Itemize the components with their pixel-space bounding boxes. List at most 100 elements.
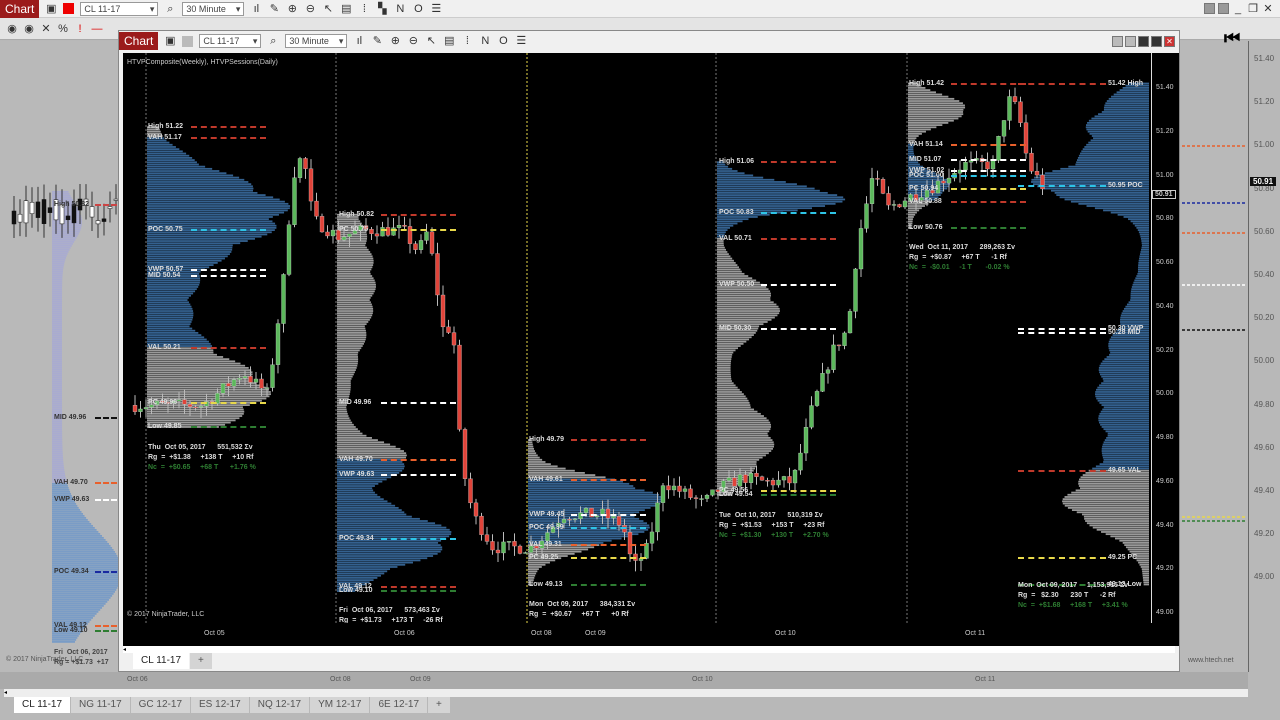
volume-profile-bar bbox=[1140, 237, 1149, 240]
volume-profile-bar bbox=[147, 340, 209, 343]
chart-scrollbar[interactable]: ◂ bbox=[123, 646, 1175, 653]
volume-profile-bar bbox=[337, 443, 391, 446]
instrument-tab[interactable]: ES 12-17 bbox=[191, 697, 249, 713]
minimize-icon[interactable]: _ bbox=[1232, 3, 1244, 15]
interval-select[interactable]: 30 Minute bbox=[182, 1, 245, 16]
instrument-tab[interactable]: NG 11-17 bbox=[71, 697, 130, 713]
volume-profile-bar bbox=[147, 356, 224, 358]
candle-body bbox=[798, 452, 803, 471]
level-line bbox=[951, 170, 1026, 173]
properties-icon[interactable]: ▤ bbox=[340, 3, 352, 15]
list-icon[interactable]: ☰ bbox=[430, 3, 442, 15]
search-icon[interactable]: ⌕ bbox=[267, 35, 279, 47]
drawing-icon[interactable]: N bbox=[394, 3, 406, 15]
outer-profile-bar bbox=[52, 489, 70, 491]
cross-icon[interactable]: ✕ bbox=[40, 23, 52, 35]
candle-body bbox=[627, 531, 633, 555]
volume-profile-bar bbox=[528, 502, 661, 505]
volume-profile-bar bbox=[1067, 507, 1149, 509]
volume-profile-bar bbox=[1062, 498, 1149, 501]
bar-type-icon[interactable]: ıl bbox=[250, 3, 262, 15]
reload-icon[interactable]: O bbox=[497, 35, 509, 47]
candle-body bbox=[649, 531, 655, 544]
close-icon[interactable]: ✕ bbox=[1164, 35, 1175, 47]
volume-profile-bar bbox=[337, 336, 367, 339]
volume-profile-bar bbox=[1101, 452, 1149, 455]
volume-profile-bar bbox=[337, 375, 353, 378]
maximize-icon[interactable] bbox=[1151, 35, 1162, 47]
window-btn[interactable] bbox=[1218, 2, 1229, 14]
instrument-tab[interactable]: 6E 12-17 bbox=[370, 697, 428, 713]
outer-profile-bar bbox=[52, 525, 93, 527]
instrument-select[interactable]: CL 11-17 bbox=[80, 1, 159, 16]
candle-body bbox=[479, 515, 484, 535]
volume-profile-bar bbox=[147, 283, 200, 286]
interval-select[interactable]: 30 Minute bbox=[285, 34, 348, 48]
pencil-icon[interactable]: ✎ bbox=[371, 35, 383, 47]
outer-scrollbar[interactable]: ◂ bbox=[4, 689, 1248, 697]
volume-profile-bar bbox=[1078, 482, 1149, 485]
instrument-tab[interactable]: YM 12-17 bbox=[310, 697, 370, 713]
pencil-icon[interactable]: ✎ bbox=[268, 3, 280, 15]
percent-icon[interactable]: % bbox=[57, 23, 69, 35]
color-button[interactable] bbox=[182, 35, 194, 47]
candle-body bbox=[655, 502, 660, 533]
reload-icon[interactable]: O bbox=[412, 3, 424, 15]
volume-profile-bar bbox=[717, 421, 771, 424]
price-axis[interactable]: 51.40 51.20 51.00 50.80 50.60 50.40 50.20 50.00… bbox=[1151, 53, 1179, 623]
strategies-icon[interactable]: ▚ bbox=[376, 3, 388, 15]
window-btn[interactable] bbox=[1112, 35, 1123, 47]
outer-profile-bar bbox=[52, 441, 63, 443]
search-icon[interactable]: ⌕ bbox=[164, 3, 176, 15]
line-icon[interactable]: — bbox=[91, 23, 103, 35]
list-icon[interactable]: ☰ bbox=[515, 35, 527, 47]
zoom-in-icon[interactable]: ⊕ bbox=[286, 3, 298, 15]
tab-cl-11-17[interactable]: CL 11-17 bbox=[133, 653, 190, 669]
volume-profile-bar bbox=[1094, 207, 1149, 210]
close-icon[interactable]: ✕ bbox=[1262, 3, 1274, 15]
add-tab-button[interactable]: + bbox=[190, 653, 212, 669]
instrument-tab[interactable]: GC 12-17 bbox=[130, 697, 191, 713]
instrument-tab[interactable]: CL 11-17 bbox=[14, 697, 71, 713]
pointer-icon[interactable]: ↖ bbox=[425, 35, 437, 47]
alert-icon[interactable]: ! bbox=[74, 23, 86, 35]
volume-profile-bar bbox=[337, 498, 384, 501]
instrument-select[interactable]: CL 11-17 bbox=[199, 34, 262, 48]
indicators-icon[interactable]: ⁞ bbox=[461, 35, 473, 47]
color-button[interactable] bbox=[63, 3, 75, 14]
window-btn[interactable] bbox=[1204, 2, 1215, 14]
restore-icon[interactable]: ❐ bbox=[1247, 3, 1259, 15]
outer-profile-bar bbox=[52, 565, 122, 567]
window-btn[interactable] bbox=[1125, 35, 1136, 47]
eye-icon[interactable]: ◉ bbox=[23, 23, 35, 35]
outer-level-line bbox=[95, 417, 117, 419]
outer-profile-bar bbox=[52, 427, 63, 429]
bar-type-icon[interactable]: ıl bbox=[353, 35, 365, 47]
eye-icon[interactable]: ◉ bbox=[6, 23, 18, 35]
zoom-out-icon[interactable]: ⊖ bbox=[407, 35, 419, 47]
skip-back-icon[interactable]: ⏮ bbox=[1224, 28, 1240, 49]
indicators-icon[interactable]: ⁞ bbox=[358, 3, 370, 15]
camera-icon[interactable]: ▣ bbox=[45, 3, 57, 15]
add-tab-button[interactable]: + bbox=[428, 697, 450, 713]
volume-profile-bar bbox=[337, 417, 350, 420]
volume-profile-bar bbox=[337, 570, 388, 573]
time-axis[interactable]: Oct 05 Oct 06 Oct 08 Oct 09 Oct 10 Oct 11 bbox=[123, 623, 1179, 646]
zoom-out-icon[interactable]: ⊖ bbox=[304, 3, 316, 15]
volume-profile-bar bbox=[908, 104, 965, 107]
camera-icon[interactable]: ▣ bbox=[164, 35, 176, 47]
volume-profile-bar bbox=[717, 384, 736, 387]
volume-profile-bar bbox=[1099, 463, 1149, 466]
candle-body bbox=[226, 383, 231, 387]
volume-profile-bar bbox=[528, 520, 644, 522]
instrument-tab[interactable]: NQ 12-17 bbox=[249, 697, 310, 713]
drawing-icon[interactable]: N bbox=[479, 35, 491, 47]
candle-body bbox=[836, 344, 842, 347]
candle-body bbox=[963, 162, 968, 171]
zoom-in-icon[interactable]: ⊕ bbox=[389, 35, 401, 47]
volume-profile-bar bbox=[528, 577, 535, 579]
minimize-icon[interactable] bbox=[1138, 35, 1149, 47]
pointer-icon[interactable]: ↖ bbox=[322, 3, 334, 15]
chart-plot[interactable]: High 51.22 VAH 51.17 POC 50.75 VWP 50.57 MID… bbox=[123, 53, 1151, 623]
properties-icon[interactable]: ▤ bbox=[443, 35, 455, 47]
